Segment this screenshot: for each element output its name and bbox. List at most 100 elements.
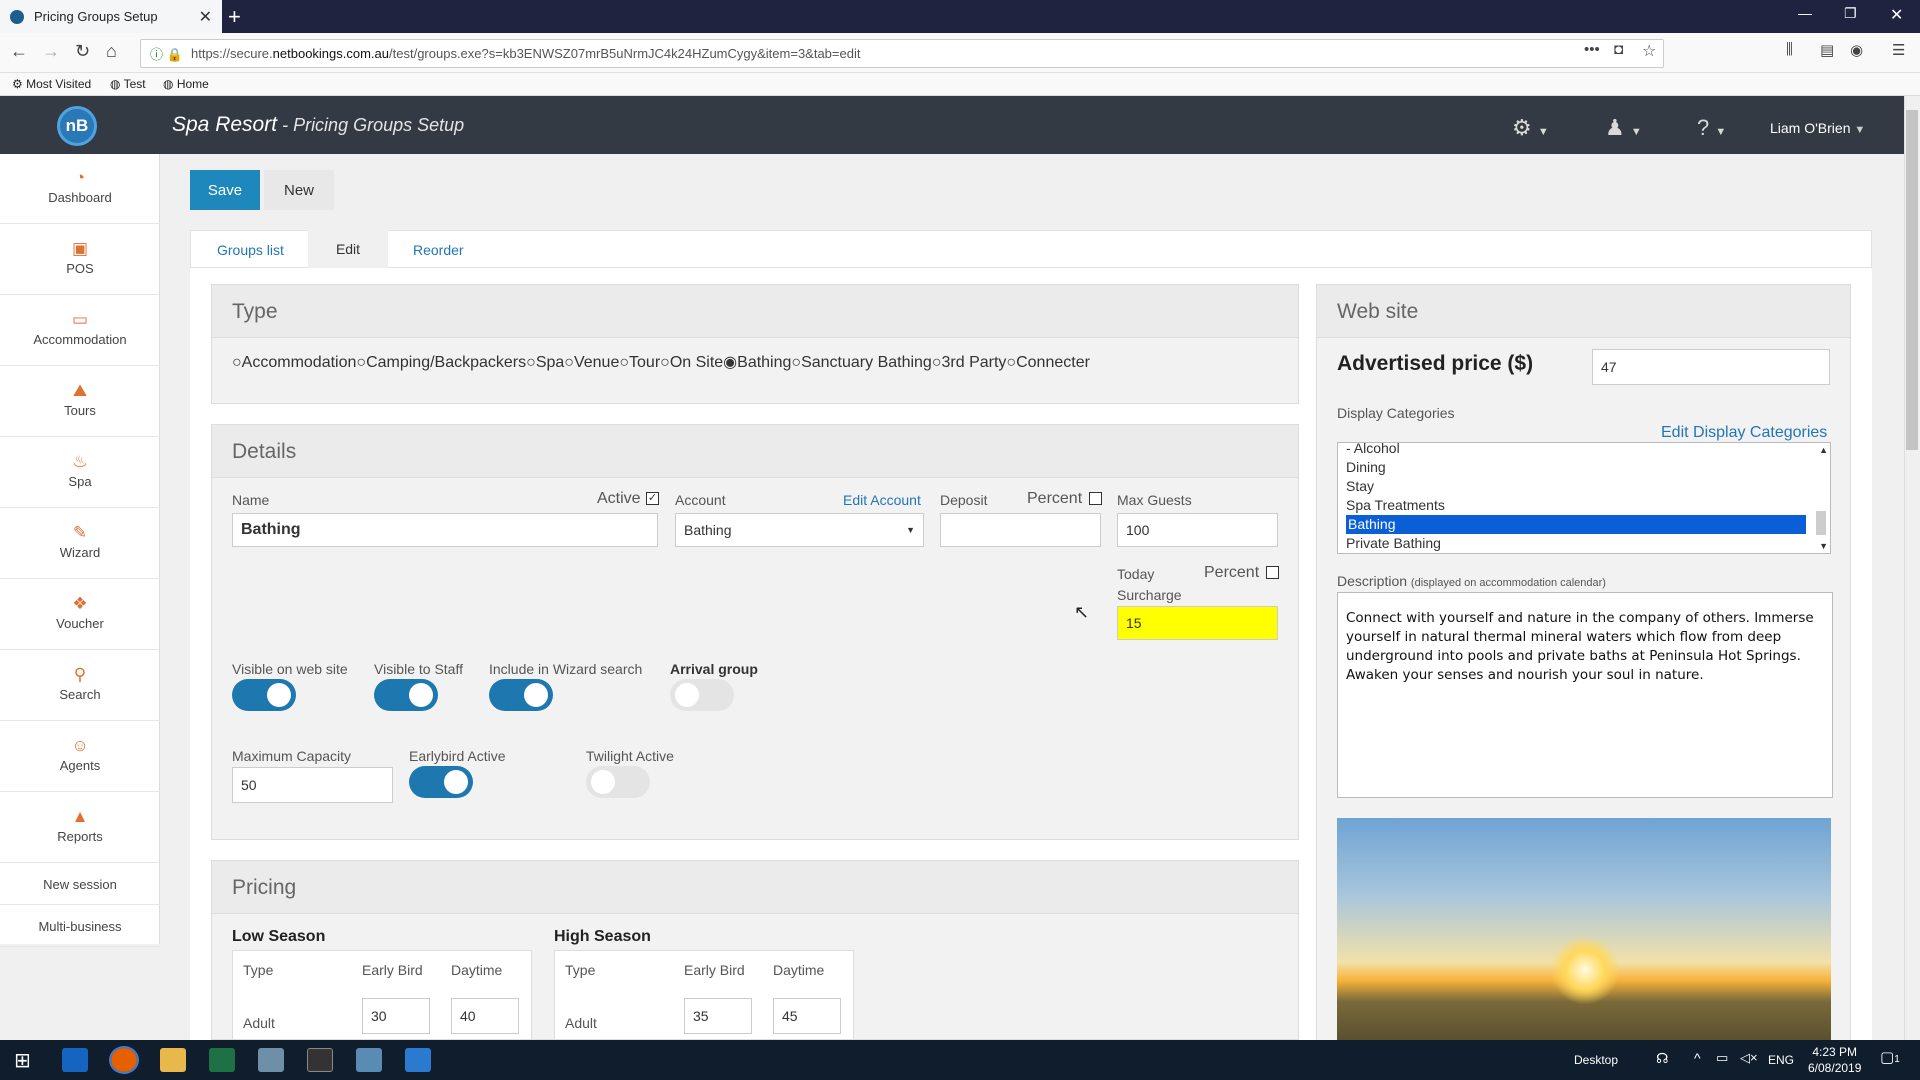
visible-staff-toggle[interactable] xyxy=(374,679,438,711)
category-item[interactable]: Dining xyxy=(1346,458,1386,477)
close-window-icon[interactable]: ✕ xyxy=(1890,5,1903,25)
notifications-icon[interactable]: ▢1 xyxy=(1880,1048,1900,1066)
browser-tab[interactable]: Pricing Groups Setup ✕ xyxy=(0,0,222,33)
list-scroll-down-icon[interactable]: ▼ xyxy=(1819,541,1828,551)
sidebar-item-tours[interactable]: ⛰ Tours xyxy=(0,367,160,437)
bookmark-star-icon[interactable]: ☆ xyxy=(1642,41,1656,61)
tab-groups-list[interactable]: Groups list xyxy=(217,242,284,258)
low-daytime-input[interactable]: 40 xyxy=(451,998,519,1034)
forward-icon[interactable]: → xyxy=(42,41,60,62)
page-actions-icon[interactable]: ••• xyxy=(1584,41,1600,58)
surcharge-percent-checkbox[interactable] xyxy=(1266,566,1279,579)
bookmark-test[interactable]: ◍ Test xyxy=(110,77,146,91)
sidebar-item-search[interactable]: ⚲ Search xyxy=(0,651,160,721)
category-item[interactable]: Spa Treatments xyxy=(1346,496,1445,515)
new-button[interactable]: New xyxy=(264,170,334,210)
radio-bathing[interactable]: ◉Bathing xyxy=(723,354,791,371)
deposit-input[interactable] xyxy=(940,513,1101,547)
sidebar-link-new-session[interactable]: New session xyxy=(0,864,160,905)
tab-edit[interactable]: Edit xyxy=(308,230,388,268)
edit-display-categories-link[interactable]: Edit Display Categories xyxy=(1661,424,1827,442)
category-item[interactable]: - Alcohol xyxy=(1346,443,1400,458)
desktop-toolbar[interactable]: Desktop xyxy=(1574,1053,1618,1067)
sidebar-item-dashboard[interactable]: ◔ Dashboard xyxy=(0,154,160,224)
user-admin-icon[interactable]: ♟ ▼ xyxy=(1605,115,1642,141)
category-item-selected[interactable]: Bathing xyxy=(1346,515,1806,534)
bookmark-home[interactable]: ◍ Home xyxy=(163,77,209,91)
pocket-icon[interactable]: ◘ xyxy=(1614,41,1623,58)
visible-web-toggle[interactable] xyxy=(232,679,296,711)
page-scrollbar-thumb[interactable] xyxy=(1906,110,1918,450)
start-icon[interactable]: ⊞ xyxy=(14,1048,31,1073)
sidebar-link-multi-business[interactable]: Multi-business xyxy=(0,906,160,947)
radio-accommodation[interactable]: ○Accommodation xyxy=(232,354,356,371)
user-menu[interactable]: Liam O'Brien ▼ xyxy=(1770,120,1865,136)
network-icon[interactable]: ▭ xyxy=(1716,1050,1728,1066)
help-icon[interactable]: ? ▼ xyxy=(1697,115,1726,141)
display-categories-list[interactable]: - Alcohol Dining Stay Spa Treatments Bat… xyxy=(1337,442,1831,554)
network-app-icon[interactable] xyxy=(356,1048,382,1072)
url-bar[interactable]: https://secure. netbookings.com.au/test/g… xyxy=(140,39,1664,68)
active-checkbox[interactable]: ✓ xyxy=(646,492,659,505)
earlybird-toggle[interactable] xyxy=(409,766,473,798)
volume-icon[interactable]: ◁× xyxy=(1740,1050,1758,1066)
tab-reorder[interactable]: Reorder xyxy=(413,242,464,258)
clock[interactable]: 4:23 PM 6/08/2019 xyxy=(1808,1044,1861,1076)
outlook-icon[interactable] xyxy=(62,1048,88,1072)
category-item[interactable]: Stay xyxy=(1346,477,1374,496)
bookmark-most-visited[interactable]: ⚙ Most Visited xyxy=(12,77,91,91)
minimize-icon[interactable]: — xyxy=(1798,5,1812,21)
surcharge-input[interactable]: 15 xyxy=(1117,606,1278,640)
account-select[interactable]: Bathing ▼ xyxy=(675,513,924,547)
lock-icon[interactable]: ⓘ 🔒 xyxy=(150,44,183,63)
radio-3rd-party[interactable]: ○3rd Party xyxy=(932,354,1007,371)
save-button[interactable]: Save xyxy=(190,170,260,210)
firefox-icon[interactable] xyxy=(109,1046,139,1074)
advertised-price-input[interactable]: 47 xyxy=(1592,349,1830,385)
radio-venue[interactable]: ○Venue xyxy=(564,354,619,371)
sidebar-item-accommodation[interactable]: ▭ Accommodation xyxy=(0,296,160,366)
description-textarea[interactable]: Connect with yourself and nature in the … xyxy=(1337,592,1833,798)
settings-gear-icon[interactable]: ⚙ ▼ xyxy=(1512,115,1549,141)
reload-icon[interactable]: ↻ xyxy=(75,41,90,62)
sidebar-item-voucher[interactable]: ❖ Voucher xyxy=(0,580,160,650)
radio-connecter[interactable]: ○Connecter xyxy=(1006,354,1090,371)
people-icon[interactable]: ☊ xyxy=(1656,1050,1668,1067)
excel-icon[interactable] xyxy=(209,1048,235,1072)
radio-on-site[interactable]: ○On Site xyxy=(660,354,723,371)
high-daytime-input[interactable]: 45 xyxy=(773,998,841,1034)
name-input[interactable]: Bathing xyxy=(232,513,658,547)
sidebar-item-wizard[interactable]: ✎ Wizard xyxy=(0,509,160,579)
high-earlybird-input[interactable]: 35 xyxy=(684,998,752,1034)
list-scrollbar-thumb[interactable] xyxy=(1816,511,1826,535)
tray-chevron-icon[interactable]: ^ xyxy=(1694,1050,1701,1066)
low-earlybird-input[interactable]: 30 xyxy=(362,998,430,1034)
category-item[interactable]: Private Bathing xyxy=(1346,534,1441,553)
radio-sanctuary-bathing[interactable]: ○Sanctuary Bathing xyxy=(791,354,931,371)
sidebar-item-pos[interactable]: ▣ POS xyxy=(0,225,160,295)
sidebar-item-agents[interactable]: ☺ Agents xyxy=(0,722,160,792)
new-tab-icon[interactable]: + xyxy=(228,4,241,30)
terminal-icon[interactable] xyxy=(307,1048,333,1072)
home-icon[interactable]: ⌂ xyxy=(106,41,117,62)
menu-icon[interactable]: ☰ xyxy=(1892,41,1905,59)
edit-account-link[interactable]: Edit Account xyxy=(843,492,921,508)
twilight-toggle[interactable] xyxy=(586,766,650,798)
deposit-percent-checkbox[interactable] xyxy=(1089,492,1102,505)
sidebar-item-reports[interactable]: ▲ Reports xyxy=(0,793,160,863)
back-icon[interactable]: ← xyxy=(10,41,28,62)
close-tab-icon[interactable]: ✕ xyxy=(199,7,212,27)
list-scroll-up-icon[interactable]: ▲ xyxy=(1819,445,1828,455)
wizard-search-toggle[interactable] xyxy=(489,679,553,711)
max-guests-input[interactable]: 100 xyxy=(1117,513,1278,547)
radio-tour[interactable]: ○Tour xyxy=(619,354,660,371)
vscode-icon[interactable] xyxy=(405,1048,431,1072)
language-indicator[interactable]: ENG xyxy=(1768,1053,1794,1067)
app-logo[interactable]: nB xyxy=(57,106,97,146)
radio-camping[interactable]: ○Camping/Backpackers xyxy=(356,354,526,371)
library-icon[interactable]: ⫼ xyxy=(1786,41,1793,58)
radio-spa[interactable]: ○Spa xyxy=(526,354,564,371)
app-icon[interactable] xyxy=(258,1048,284,1072)
file-explorer-icon[interactable] xyxy=(160,1048,186,1072)
account-icon[interactable]: ◉ xyxy=(1850,41,1863,59)
